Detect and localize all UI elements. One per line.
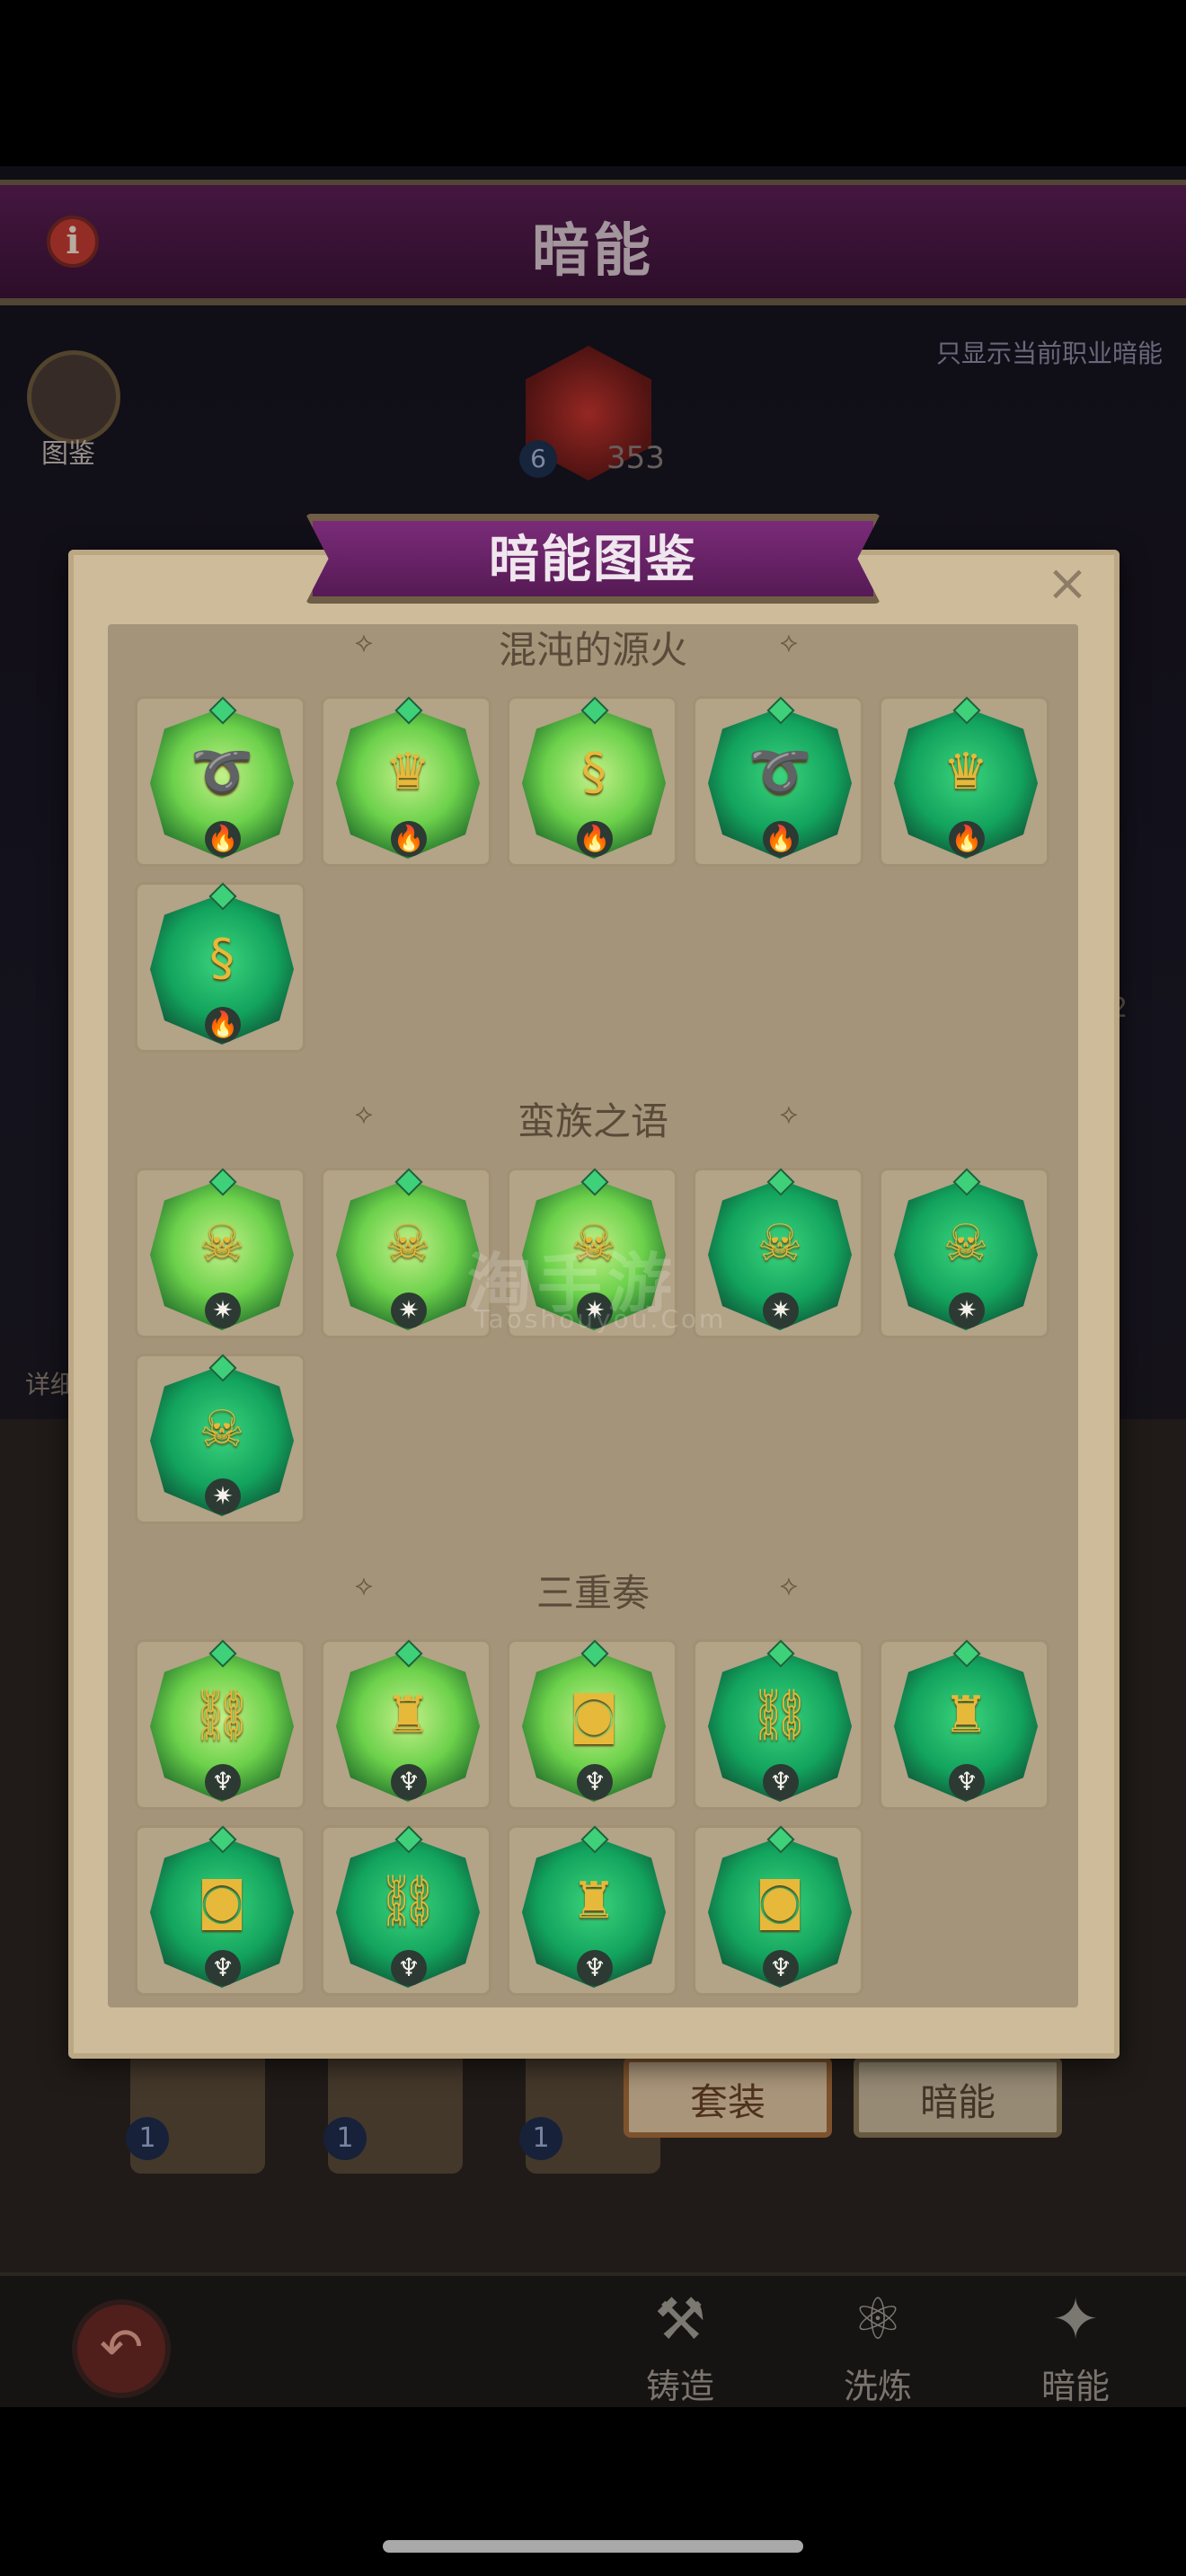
trident-icon: ♆ bbox=[577, 1764, 613, 1800]
divider-ornament-icon: ⟡ bbox=[780, 1098, 798, 1130]
flame-icon: 🔥 bbox=[763, 821, 799, 857]
codex-item-slot[interactable]: ♜ ♆ bbox=[879, 1639, 1049, 1810]
codex-item-slot[interactable]: ♜ ♆ bbox=[507, 1825, 677, 1996]
spiked-star-icon: ✷ bbox=[391, 1292, 427, 1328]
codex-item-slot[interactable]: ☠ ✷ bbox=[321, 1168, 491, 1338]
trident-icon: ♆ bbox=[577, 1950, 613, 1986]
spiked-star-icon: ✷ bbox=[205, 1478, 241, 1514]
codex-item-slot[interactable]: ♛ 🔥 bbox=[879, 696, 1049, 867]
codex-item-slot[interactable]: ☠ ✷ bbox=[879, 1168, 1049, 1338]
codex-item-slot[interactable]: ⛓ ♆ bbox=[135, 1639, 305, 1810]
codex-item-slot[interactable]: ⛓ ♆ bbox=[321, 1825, 491, 1996]
codex-item-slot[interactable]: ☠ ✷ bbox=[135, 1168, 305, 1338]
codex-title: 暗能图鉴 bbox=[489, 530, 697, 589]
divider-ornament-icon: ⟡ bbox=[355, 627, 373, 658]
flame-icon: 🔥 bbox=[391, 821, 427, 857]
skull-anchor-icon: ☠ bbox=[943, 1214, 989, 1273]
winged-helm-icon: ♜ bbox=[385, 1686, 431, 1744]
codex-item-slot[interactable]: ➰ 🔥 bbox=[693, 696, 863, 867]
horned-skull-icon: ☠ bbox=[199, 1400, 245, 1459]
golden-chain-icon: ⛓ bbox=[376, 1872, 440, 1930]
skull-anchor-icon: ☠ bbox=[385, 1214, 431, 1273]
codex-item-slot[interactable]: ◙ ♆ bbox=[507, 1639, 677, 1810]
serpent-icon: § bbox=[581, 743, 606, 801]
spiked-star-icon: ✷ bbox=[763, 1292, 799, 1328]
close-icon[interactable]: × bbox=[1042, 559, 1093, 609]
trident-icon: ♆ bbox=[391, 1764, 427, 1800]
home-indicator[interactable] bbox=[383, 2540, 803, 2553]
jeweled-ring-icon: ◙ bbox=[197, 1872, 247, 1930]
codex-item-slot[interactable]: ◙ ♆ bbox=[693, 1825, 863, 1996]
divider-ornament-icon: ⟡ bbox=[780, 627, 798, 658]
flame-icon: 🔥 bbox=[205, 1007, 241, 1043]
serpent-icon: § bbox=[209, 929, 235, 987]
trident-icon: ♆ bbox=[205, 1950, 241, 1986]
rope-icon: ➰ bbox=[190, 743, 253, 801]
trident-icon: ♆ bbox=[205, 1764, 241, 1800]
codex-item-slot[interactable]: ⛓ ♆ bbox=[693, 1639, 863, 1810]
codex-item-slot[interactable]: ♛ 🔥 bbox=[321, 696, 491, 867]
flame-icon: 🔥 bbox=[205, 821, 241, 857]
trident-icon: ♆ bbox=[763, 1950, 799, 1986]
spiked-star-icon: ✷ bbox=[949, 1292, 985, 1328]
divider-ornament-icon: ⟡ bbox=[355, 1098, 373, 1130]
trident-icon: ♆ bbox=[949, 1764, 985, 1800]
skull-necklace-icon: ☠ bbox=[757, 1214, 803, 1273]
jeweled-ring-icon: ◙ bbox=[569, 1686, 619, 1744]
codex-item-slot[interactable]: ◙ ♆ bbox=[135, 1825, 305, 1996]
codex-item-slot[interactable]: § 🔥 bbox=[135, 882, 305, 1053]
winged-helm-icon: ♜ bbox=[943, 1686, 989, 1744]
trident-icon: ♆ bbox=[391, 1950, 427, 1986]
rope-icon: ➰ bbox=[748, 743, 811, 801]
flame-icon: 🔥 bbox=[949, 821, 985, 857]
divider-ornament-icon: ⟡ bbox=[780, 1570, 798, 1601]
codex-item-slot[interactable]: ☠ ✷ bbox=[135, 1354, 305, 1524]
spiked-star-icon: ✷ bbox=[205, 1292, 241, 1328]
golden-chain-icon: ⛓ bbox=[190, 1686, 254, 1744]
watermark-sub: Taoshouyou.Com bbox=[474, 1304, 727, 1334]
divider-ornament-icon: ⟡ bbox=[355, 1570, 373, 1601]
jeweled-ring-icon: ◙ bbox=[755, 1872, 805, 1930]
codex-item-slot[interactable]: § 🔥 bbox=[507, 696, 677, 867]
flame-icon: 🔥 bbox=[577, 821, 613, 857]
golden-chain-icon: ⛓ bbox=[748, 1686, 812, 1744]
jester-amulet-icon: ♛ bbox=[385, 743, 431, 801]
trident-icon: ♆ bbox=[763, 1764, 799, 1800]
jester-amulet-icon: ♛ bbox=[943, 743, 989, 801]
skull-necklace-icon: ☠ bbox=[199, 1214, 245, 1273]
winged-helm-icon: ♜ bbox=[571, 1872, 617, 1930]
codex-item-slot[interactable]: ♜ ♆ bbox=[321, 1639, 491, 1810]
codex-item-slot[interactable]: ➰ 🔥 bbox=[135, 696, 305, 867]
